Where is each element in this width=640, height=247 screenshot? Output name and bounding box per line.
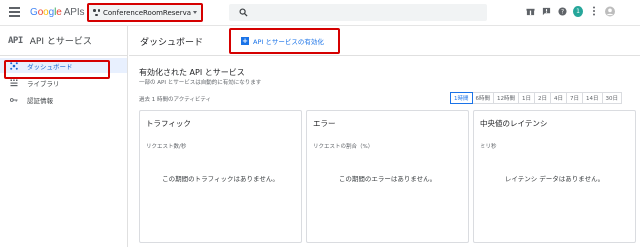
range-6h-button[interactable]: 6時間 [471,92,494,104]
project-selector[interactable]: ConferenceRoomReserva... [87,3,203,22]
google-apis-logo[interactable]: Google APIs [30,7,85,18]
search-input[interactable] [229,4,487,21]
main-content: ダッシュボード + API とサービスの有効化 有効化された API とサービス… [129,26,640,247]
sidebar-item-credentials[interactable]: 認証情報 [0,92,127,107]
activity-label: 過去 1 時間のアクティビティ [139,97,212,103]
section-subtitle: 一部の API とサービスは自動的に有効になります [139,80,262,86]
sidebar-title: API とサービス [29,37,92,47]
main-header: ダッシュボード + API とサービスの有効化 [129,26,640,56]
range-7d-button[interactable]: 7日 [566,92,583,104]
notifications-icon[interactable]: 1 [573,5,583,17]
highlight-box-dashboard [4,60,110,79]
card-subtitle: リクエスト数/秒 [146,144,187,150]
page-title: ダッシュボード [140,38,204,48]
logo-apis-text: APIs [63,7,85,18]
sidebar-header: API API とサービス [0,26,127,56]
range-4d-button[interactable]: 4日 [550,92,567,104]
sidebar-item-label: 認証情報 [27,96,53,105]
range-12h-button[interactable]: 12時間 [493,92,519,104]
range-30d-button[interactable]: 30日 [601,92,622,104]
errors-card: エラー リクエストの割合（%） この期間のエラーはありません。 [306,110,469,243]
time-range-selector: 1時間 6時間 12時間 1日 2日 4日 7日 14日 30日 [450,92,622,104]
chevron-down-icon [193,11,197,14]
project-icon [93,9,100,16]
card-empty-message: この期間のトラフィックはありません。 [162,175,279,183]
feedback-icon[interactable] [541,6,551,16]
range-2d-button[interactable]: 2日 [534,92,551,104]
card-title: エラー [313,119,336,128]
range-1h-button[interactable]: 1時間 [450,92,473,104]
notification-badge: 1 [573,5,583,17]
range-14d-button[interactable]: 14日 [582,92,603,104]
enable-apis-label: API とサービスの有効化 [253,38,324,46]
library-icon [10,79,18,87]
card-title: トラフィック [146,119,191,128]
card-subtitle: ミリ秒 [480,144,497,150]
range-1d-button[interactable]: 1日 [518,92,535,104]
menu-icon[interactable] [9,7,20,18]
gift-icon[interactable] [525,6,535,16]
account-avatar[interactable] [605,6,615,16]
card-title: 中央値のレイテンシ [480,119,548,128]
project-name: ConferenceRoomReserva... [103,8,191,17]
section-title: 有効化された API とサービス [139,68,245,77]
more-vert-icon[interactable] [589,6,599,16]
key-icon [10,96,18,104]
search-icon [239,8,248,17]
api-logo-icon: API [8,35,23,46]
traffic-card: トラフィック リクエスト数/秒 この期間のトラフィックはありません。 [139,110,302,243]
top-bar: Google APIs ConferenceRoomReserva... ? 1 [0,0,640,26]
help-icon[interactable]: ? [557,6,567,16]
enable-apis-button[interactable]: + API とサービスの有効化 [229,28,340,54]
card-empty-message: レイテンシ データはありません。 [504,175,605,183]
latency-card: 中央値のレイテンシ ミリ秒 レイテンシ データはありません。 [473,110,636,243]
card-subtitle: リクエストの割合（%） [313,144,374,150]
sidebar-item-label: ライブラリ [27,79,60,88]
card-empty-message: この期間のエラーはありません。 [338,175,437,183]
plus-icon: + [241,37,249,45]
sidebar: API API とサービス ダッシュボード ライブラリ 認証情報 [0,26,128,247]
svg-text:?: ? [560,9,563,15]
